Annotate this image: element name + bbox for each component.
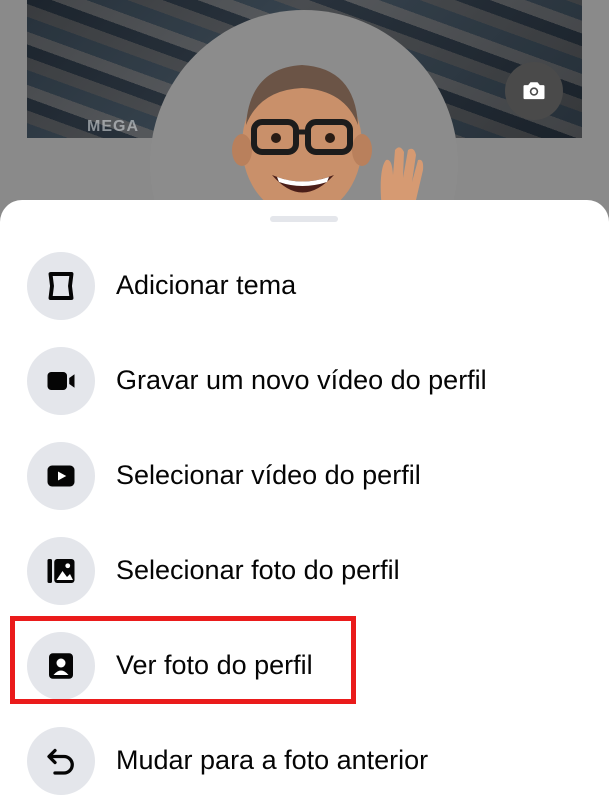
menu-item-label: Mudar para a foto anterior — [116, 745, 429, 775]
cover-camera-button[interactable] — [505, 62, 563, 120]
undo-arrow-icon — [47, 748, 74, 775]
video-camera-icon — [47, 371, 75, 390]
frame-icon — [48, 271, 74, 300]
menu-icon-circle — [27, 441, 95, 510]
play-icon — [47, 465, 75, 486]
menu-item-label: Selecionar foto do perfil — [116, 555, 400, 585]
menu-item-record-profile-video[interactable]: Gravar um novo vídeo do perfil — [0, 333, 609, 428]
menu-item-label: Selecionar vídeo do perfil — [116, 460, 421, 490]
highlight-box — [10, 616, 356, 704]
menu-icon-circle — [27, 726, 95, 795]
menu-item-select-profile-video[interactable]: Selecionar vídeo do perfil — [0, 428, 609, 523]
menu-item-label: Adicionar tema — [116, 270, 297, 300]
menu-icon-circle — [27, 536, 95, 605]
photo-gallery-icon — [47, 558, 75, 583]
sheet-drag-handle[interactable] — [270, 216, 338, 222]
menu-icon-circle — [27, 251, 95, 320]
cover-text: MEGA — [87, 118, 139, 135]
camera-icon — [523, 82, 545, 100]
menu-item-label: Gravar um novo vídeo do perfil — [116, 365, 487, 395]
menu-item-select-profile-photo[interactable]: Selecionar foto do perfil — [0, 523, 609, 618]
menu-item-revert-previous-photo[interactable]: Mudar para a foto anterior — [0, 713, 609, 808]
menu-item-add-theme[interactable]: Adicionar tema — [0, 238, 609, 333]
menu-icon-circle — [27, 346, 95, 415]
